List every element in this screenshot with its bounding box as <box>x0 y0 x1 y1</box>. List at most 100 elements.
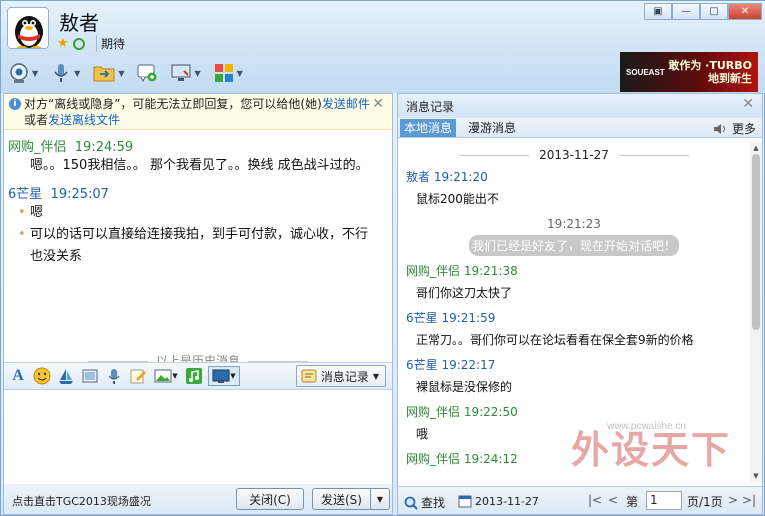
film-icon <box>82 369 98 383</box>
tab-local-messages[interactable]: 本地消息 <box>400 119 457 137</box>
calendar-icon <box>458 495 472 508</box>
close-history-icon[interactable]: ✕ <box>742 96 754 112</box>
voice-message-button[interactable] <box>104 366 124 386</box>
message-time: 19:24:12 <box>463 452 518 466</box>
minimize-button[interactable]: — <box>672 3 700 20</box>
image-icon <box>154 369 172 383</box>
video-call-button[interactable]: ▼ <box>5 59 41 87</box>
star-icon[interactable]: ★ <box>57 37 71 51</box>
history-message-body: 鼠标200能出不 <box>416 192 499 206</box>
message-time: 19:22:50 <box>463 405 518 419</box>
send-offline-file-link[interactable]: 发送离线文件 <box>48 113 120 127</box>
chevron-down-icon: ▼ <box>376 494 384 504</box>
more-button[interactable]: 更多 <box>713 120 756 137</box>
message-history-button[interactable]: 消息记录 ▼ <box>295 365 386 387</box>
history-message-header: 6芒星 19:21:59 <box>406 309 742 326</box>
send-email-link[interactable]: 发送邮件 <box>322 97 370 111</box>
font-button[interactable]: A <box>8 366 28 386</box>
system-time: 19:21:23 <box>547 217 601 231</box>
magic-expression-button[interactable] <box>80 366 100 386</box>
history-scrollbar[interactable]: ▲ ▼ <box>750 142 762 482</box>
pencil-note-icon <box>130 369 146 384</box>
speaker-icon <box>713 123 725 134</box>
chevron-down-icon: ▼ <box>32 68 39 78</box>
remote-assist-button[interactable]: ▼ <box>167 59 203 87</box>
window-controls: ▣ — □ ✕ <box>644 3 762 20</box>
sender-name: 网购_伴侣 <box>406 452 461 466</box>
message-time: 19:21:20 <box>433 170 488 184</box>
status-icons: ★ <box>57 37 85 51</box>
apps-grid-icon <box>214 64 233 82</box>
message-time: 19:21:59 <box>441 311 496 325</box>
last-page-icon[interactable]: >| <box>742 493 756 507</box>
sms-button[interactable] <box>133 59 161 87</box>
info-icon: i <box>9 98 21 110</box>
sender-name: 网购_伴侣 <box>406 405 461 419</box>
contact-name: 敖者 <box>59 11 99 35</box>
scroll-thumb[interactable] <box>752 154 760 330</box>
date-value: 2013-11-27 <box>475 494 539 508</box>
screen-capture-icon <box>212 369 230 383</box>
font-icon: A <box>12 367 24 384</box>
history-tabs: 本地消息 漫游消息 更多 <box>398 118 762 138</box>
chevron-down-icon: ▼ <box>118 68 125 78</box>
close-window-button[interactable]: ✕ <box>728 3 762 20</box>
tab-roaming-messages[interactable]: 漫游消息 <box>464 119 520 137</box>
history-icon <box>301 369 317 383</box>
message-time: 19:21:38 <box>463 264 518 278</box>
history-message-header: 网购_伴侣 19:22:50 <box>406 403 742 420</box>
sender-name: 6芒星 <box>406 311 438 325</box>
message-body: 可以的话可以直接给连接我拍，到手可付款，诚心收，不行也没关系 <box>8 224 378 268</box>
close-button[interactable]: 关闭(C) <box>236 488 304 510</box>
send-image-button[interactable]: ▼ <box>152 366 180 386</box>
maximize-button[interactable]: □ <box>700 3 728 20</box>
screenshot-button[interactable]: ▼ <box>208 366 240 386</box>
date-picker[interactable]: 2013-11-27 <box>458 494 539 508</box>
avatar[interactable] <box>7 7 49 49</box>
sender-name: 网购_伴侣 <box>406 264 461 278</box>
send-button[interactable]: 发送(S) <box>312 488 370 510</box>
chevron-down-icon: ▼ <box>74 68 81 78</box>
scroll-down-icon[interactable]: ▼ <box>750 470 762 482</box>
message-plus-icon <box>137 64 157 83</box>
monitor-icon <box>171 64 191 81</box>
input-toolbar: A ▼ ▼ 消息记录 ▼ <box>4 362 392 390</box>
window-header: 敖者 ★ 期待 ▣ — □ ✕ ▼ ▼ ▼ ▼ ▼ SOUEAST 敢作为 ·T… <box>1 1 765 93</box>
skin-button[interactable]: ▣ <box>644 3 672 20</box>
chat-pane: i 对方“离线或隐身”，可能无法立即回复，您可以给他(她)发送邮件或者发送离线文… <box>3 93 393 515</box>
page-number-input[interactable]: 1 <box>646 491 682 510</box>
music-button[interactable] <box>184 366 204 386</box>
doodle-button[interactable] <box>128 366 148 386</box>
history-button-label: 消息记录 <box>320 369 369 384</box>
search-button[interactable]: 查找 <box>404 494 445 511</box>
emoji-button[interactable] <box>32 366 52 386</box>
vip-emoji-button[interactable] <box>56 366 76 386</box>
watermark-url: www.pcwaishe.cn <box>607 421 686 432</box>
message-body: 嗯。。150我相信。。 那个我看见了。。换线 成色战斗过的。 <box>30 158 369 173</box>
history-message-body: 哥们你这刀太快了 <box>416 286 513 300</box>
qq-penguin-icon <box>15 16 43 48</box>
chevron-down-icon: ▼ <box>194 68 201 78</box>
next-page-icon[interactable]: > <box>728 493 738 507</box>
send-options-button[interactable]: ▼ <box>370 488 390 510</box>
history-footer: 查找 2013-11-27 |< < 第 1 页/1页 > >| <box>398 486 762 514</box>
close-notice-icon[interactable]: ✕ <box>372 96 384 112</box>
apps-button[interactable]: ▼ <box>210 59 246 87</box>
scroll-up-icon[interactable]: ▲ <box>750 142 762 154</box>
search-label: 查找 <box>421 496 446 510</box>
first-page-icon[interactable]: |< <box>588 493 602 507</box>
qzone-icon[interactable] <box>73 38 85 50</box>
webcam-icon <box>10 63 28 83</box>
ad-text: 敢作为 ·TURBO 地到新生 <box>668 59 752 85</box>
message-time: 19:25:07 <box>50 187 109 202</box>
page-prefix: 第 <box>626 495 639 509</box>
more-label: 更多 <box>731 122 756 136</box>
voice-call-button[interactable]: ▼ <box>47 59 83 87</box>
history-title: 消息记录 <box>406 100 455 114</box>
promo-link[interactable]: 点击直击TGC2013现场盛况 <box>12 493 151 509</box>
send-file-button[interactable]: ▼ <box>89 59 127 87</box>
ad-banner[interactable]: SOUEAST 敢作为 ·TURBO 地到新生 <box>620 52 758 92</box>
prev-page-icon[interactable]: < <box>608 493 618 507</box>
message-input[interactable] <box>4 390 392 484</box>
history-title-bar: 消息记录 ✕ <box>398 94 762 118</box>
